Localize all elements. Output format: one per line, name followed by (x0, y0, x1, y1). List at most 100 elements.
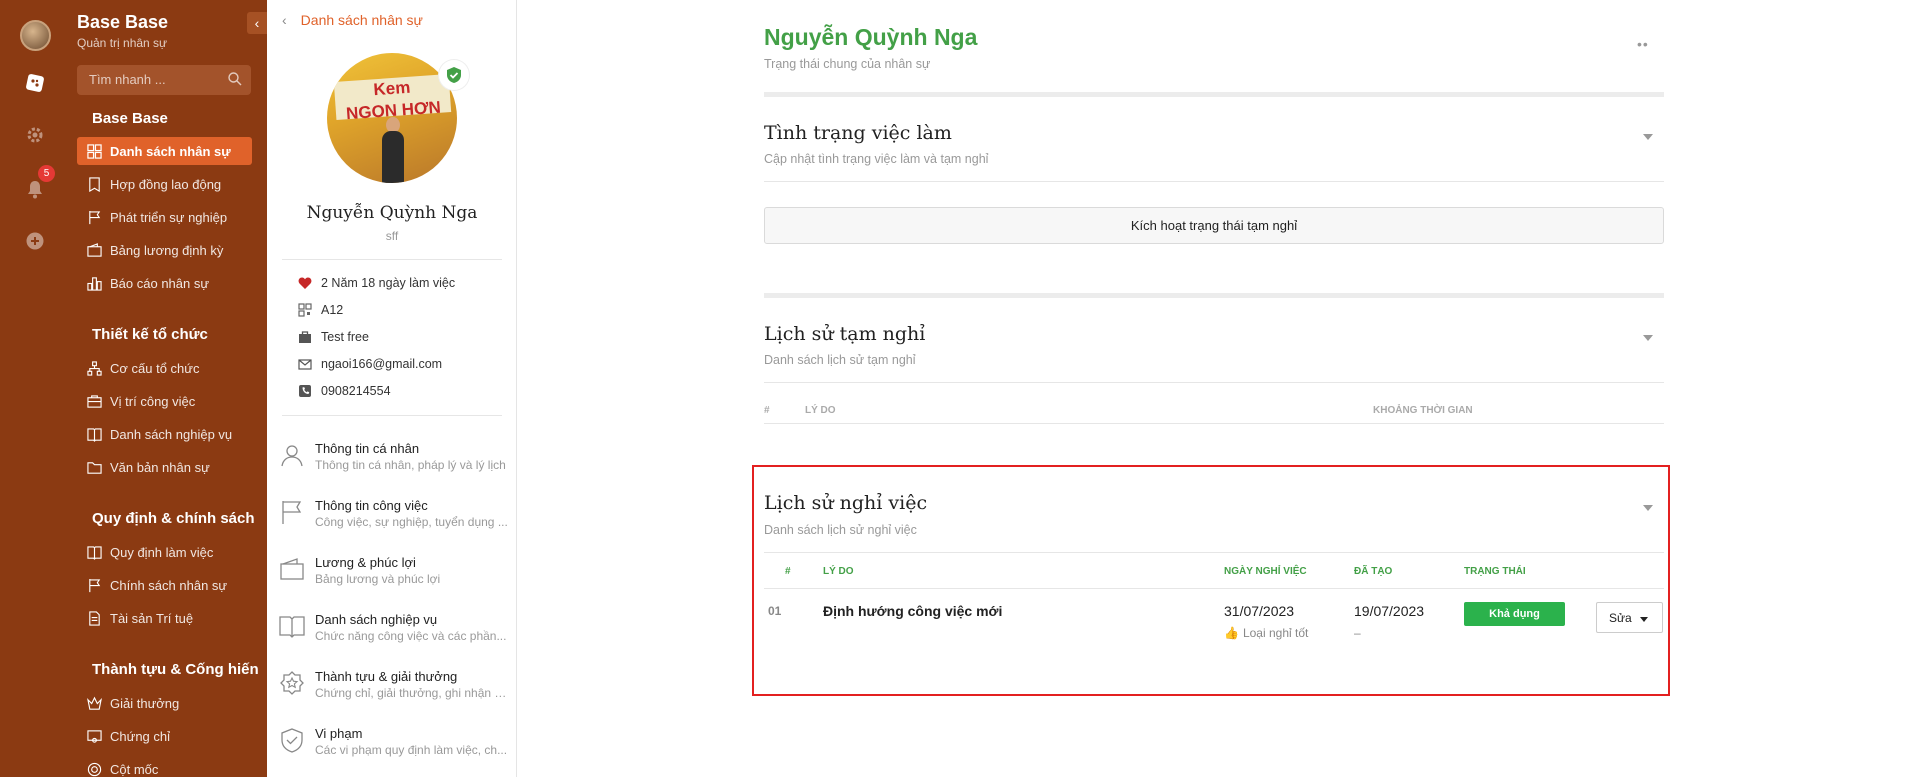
sidebar-item-label: Chứng chỉ (110, 728, 171, 744)
qr-code-icon (297, 302, 313, 318)
sidebar-item-hr-documents[interactable]: Văn bản nhân sự (77, 453, 252, 481)
sidebar-item-label: Văn bản nhân sự (110, 459, 210, 475)
info-code: A12 (297, 302, 343, 318)
app-rail: 5 (0, 0, 70, 777)
info-text: ngaoi166@gmail.com (321, 357, 443, 371)
sidebar-group-policies: Quy định & chính sách (92, 510, 255, 527)
sidebar-title: Base Base (77, 12, 169, 32)
sidebar-item-hr-policy[interactable]: Chính sách nhân sự (77, 571, 252, 599)
star-badge-icon (279, 670, 305, 696)
divider (282, 415, 502, 416)
profile-nav-desc: Chức năng công việc và các phần... (315, 629, 507, 643)
sidebar-item-certificates[interactable]: Chứng chỉ (77, 722, 252, 750)
sidebar: Base Base Quản trị nhân sự ‹ Tìm nhanh .… (70, 0, 267, 777)
sidebar-item-employee-list[interactable]: Danh sách nhân sự (77, 137, 252, 165)
quick-search-input[interactable]: Tìm nhanh ... (77, 65, 251, 95)
back-link[interactable]: ‹ Danh sách nhân sự (282, 12, 423, 28)
section-divider (764, 293, 1664, 298)
crown-icon (86, 695, 102, 711)
info-email: ngaoi166@gmail.com (297, 356, 442, 372)
profile-nav-personal-info[interactable]: Thông tin cá nhân Thông tin cá nhân, phá… (279, 440, 509, 484)
column-header-reason: LÝ DO (805, 405, 836, 416)
sidebar-item-label: Bảng lương định kỳ (110, 242, 224, 258)
sidebar-item-label: Tài sản Trí tuệ (110, 610, 194, 626)
sidebar-item-label: Chính sách nhân sự (110, 577, 228, 593)
book-icon (279, 613, 305, 639)
leave-history-subtitle: Danh sách lịch sử tạm nghỉ (764, 353, 916, 367)
gear-icon[interactable] (24, 124, 46, 146)
profile-nav-desc: Chứng chỉ, giải thưởng, ghi nhận v... (315, 686, 509, 700)
sidebar-group-base: Base Base (92, 110, 168, 127)
employment-toggle-caret-icon[interactable] (1643, 134, 1653, 140)
profile-nav-operations[interactable]: Danh sách nghiệp vụ Chức năng công việc … (279, 611, 509, 655)
folder-icon (86, 459, 102, 475)
wallet-icon (86, 242, 102, 258)
flag-icon (279, 499, 305, 525)
profile-nav-job-info[interactable]: Thông tin công việc Công việc, sự nghiệp… (279, 497, 509, 541)
target-icon (86, 761, 102, 777)
leave-history-toggle-caret-icon[interactable] (1643, 335, 1653, 341)
sidebar-item-operations-list[interactable]: Danh sách nghiệp vụ (77, 420, 252, 448)
sidebar-item-job-position[interactable]: Vị trí công việc (77, 387, 252, 415)
info-phone: 0908214554 (297, 383, 391, 399)
sidebar-group-achievements: Thành tựu & Cống hiến (92, 661, 259, 678)
shield-check-icon (447, 67, 461, 83)
profile-nav-achievements[interactable]: Thành tựu & giải thưởng Chứng chỉ, giải … (279, 668, 509, 712)
sidebar-item-intellectual-property[interactable]: Tài sản Trí tuệ (77, 604, 252, 632)
employee-code: sff (385, 229, 399, 243)
info-job: Test free (297, 329, 369, 345)
sidebar-item-career[interactable]: Phát triển sự nghiệp (77, 203, 252, 231)
user-icon (279, 442, 305, 468)
bar-chart-icon (86, 275, 102, 291)
sidebar-item-milestones[interactable]: Cột mốc (77, 755, 252, 777)
profile-nav-desc: Các vi phạm quy định làm việc, ch... (315, 743, 508, 757)
shield-check-icon (279, 727, 305, 753)
sidebar-item-awards[interactable]: Giải thưởng (77, 689, 252, 717)
collapse-sidebar-button[interactable]: ‹ (247, 12, 267, 34)
sidebar-item-hr-report[interactable]: Báo cáo nhân sự (77, 269, 252, 297)
page-title: Nguyễn Quỳnh Nga (764, 24, 978, 50)
certificate-icon (86, 728, 102, 744)
add-circle-icon[interactable] (24, 230, 46, 252)
page-subtitle: Trạng thái chung của nhân sự (764, 57, 931, 71)
sidebar-item-payroll[interactable]: Bảng lương định kỳ (77, 236, 252, 264)
highlight-frame (752, 465, 1670, 696)
sidebar-item-label: Danh sách nghiệp vụ (110, 426, 233, 442)
sidebar-item-labor-contract[interactable]: Hợp đồng lao động (77, 170, 252, 198)
info-tenure: 2 Năm 18 ngày làm việc (297, 275, 455, 291)
sidebar-item-label: Quy định làm việc (110, 544, 214, 560)
info-text: 2 Năm 18 ngày làm việc (321, 276, 456, 290)
more-options-icon[interactable]: •• (1637, 36, 1649, 52)
profile-nav-salary[interactable]: Lương & phúc lợi Bảng lương và phúc lợi (279, 554, 509, 598)
sidebar-item-label: Danh sách nhân sự (110, 143, 231, 159)
app-cube-icon[interactable] (24, 72, 46, 94)
sidebar-item-work-rules[interactable]: Quy định làm việc (77, 538, 252, 566)
activate-leave-button[interactable]: Kích hoạt trạng thái tạm nghỉ (764, 207, 1664, 244)
sidebar-item-label: Giải thưởng (110, 695, 180, 711)
column-header-index: # (764, 405, 770, 416)
profile-nav-desc: Bảng lương và phúc lợi (315, 572, 441, 586)
phone-icon (297, 383, 313, 399)
profile-nav-title: Lương & phúc lợi (315, 555, 416, 570)
user-avatar[interactable] (20, 20, 51, 51)
sidebar-item-label: Phát triển sự nghiệp (110, 209, 228, 225)
photo-sign: Kem NGON HƠN (333, 74, 452, 123)
bookmark-icon (86, 176, 102, 192)
profile-panel: ‹ Danh sách nhân sự Kem NGON HƠN Nguyễn … (267, 0, 517, 777)
verified-badge (439, 60, 469, 90)
profile-nav-title: Thành tựu & giải thưởng (315, 669, 458, 684)
mail-icon (297, 356, 313, 372)
profile-nav-title: Vi phạm (315, 726, 363, 741)
info-text: A12 (321, 303, 344, 317)
briefcase-icon (297, 329, 313, 345)
column-header-period: KHOẢNG THỜI GIAN (1373, 405, 1473, 416)
sidebar-item-label: Vị trí công việc (110, 393, 196, 409)
sidebar-item-label: Báo cáo nhân sự (110, 275, 210, 291)
document-icon (86, 610, 102, 626)
sidebar-item-label: Cơ cấu tổ chức (110, 360, 200, 376)
sidebar-item-org-structure[interactable]: Cơ cấu tổ chức (77, 354, 252, 382)
leave-history-title: Lịch sử tạm nghỉ (764, 323, 926, 345)
profile-nav-violations[interactable]: Vi phạm Các vi phạm quy định làm việc, c… (279, 725, 509, 769)
divider (764, 423, 1664, 424)
profile-nav-desc: Thông tin cá nhân, pháp lý và lý lịch (315, 458, 506, 472)
